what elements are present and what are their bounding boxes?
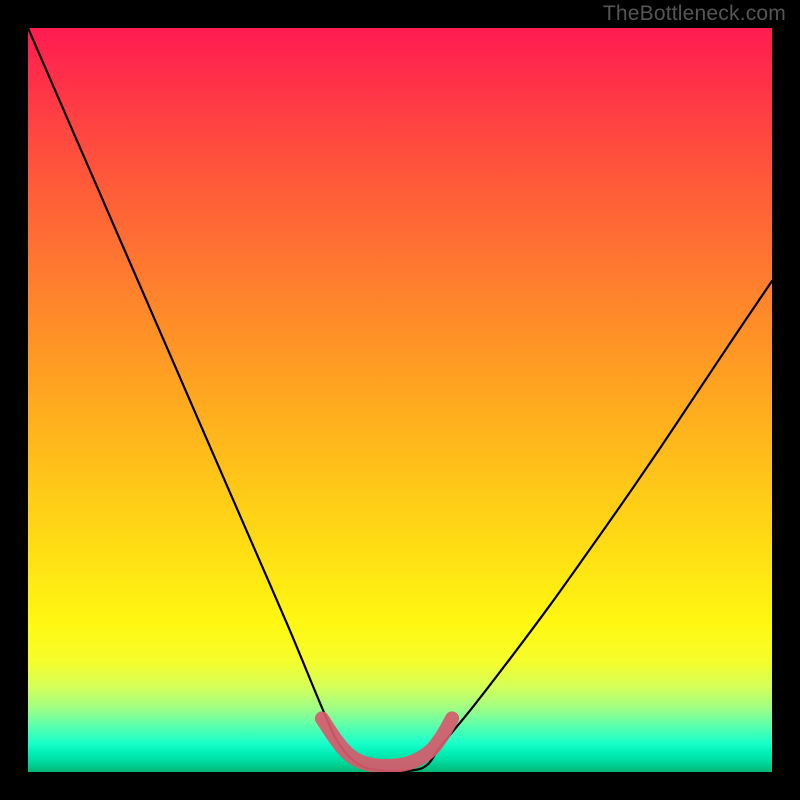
plot-area (28, 28, 772, 772)
watermark-text: TheBottleneck.com (603, 2, 786, 26)
bottleneck-curve (28, 28, 772, 771)
curve-overlay (28, 28, 772, 772)
chart-frame: TheBottleneck.com (0, 0, 800, 800)
